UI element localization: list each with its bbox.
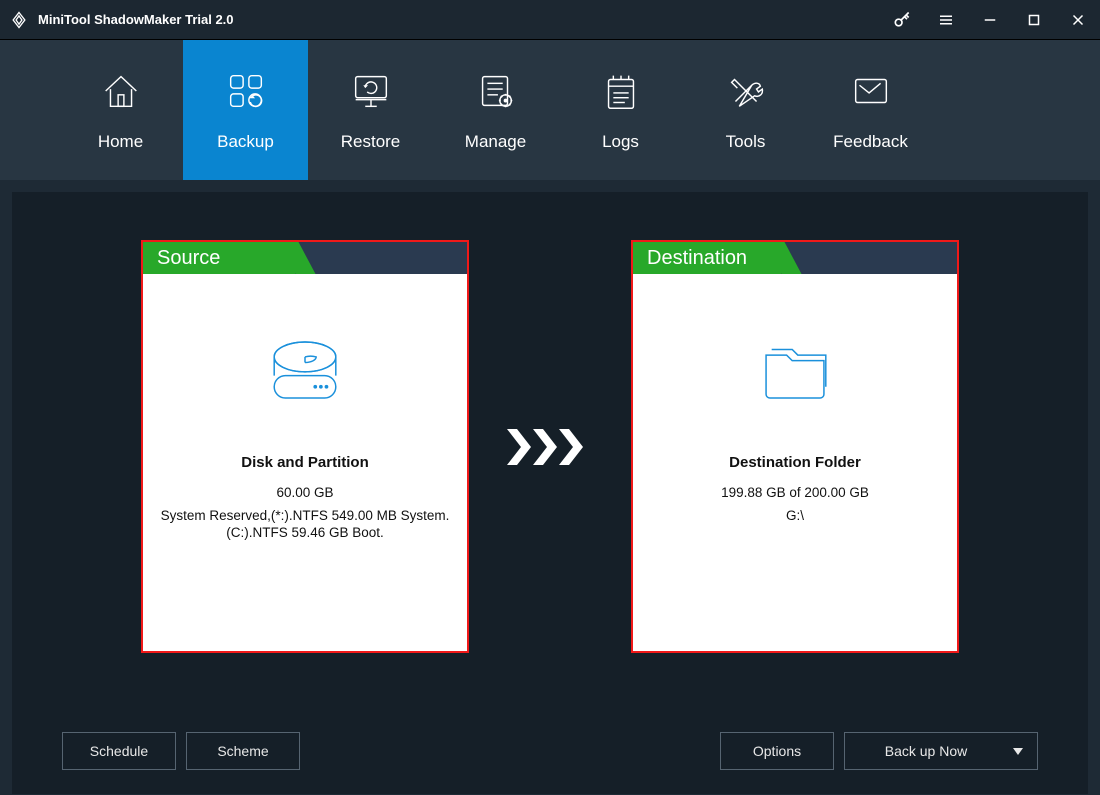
source-detail-1: System Reserved,(*:).NTFS 549.00 MB Syst…: [151, 508, 460, 523]
nav-label: Backup: [217, 132, 274, 152]
backup-now-label: Back up Now: [885, 743, 967, 759]
nav-label: Tools: [726, 132, 766, 152]
cards-row: Source Disk and Partition 60.00 GB S: [62, 240, 1038, 653]
tools-icon: [723, 68, 769, 114]
app-logo-icon: [8, 9, 30, 31]
app-title: MiniTool ShadowMaker Trial 2.0: [38, 12, 880, 27]
destination-size: 199.88 GB of 200.00 GB: [721, 485, 869, 500]
source-size: 60.00 GB: [276, 485, 333, 500]
main-nav: Home Backup Restore Manage Logs Tools: [0, 40, 1100, 180]
content-area: Source Disk and Partition 60.00 GB S: [0, 180, 1100, 795]
key-icon[interactable]: [880, 0, 924, 40]
destination-title: Destination Folder: [729, 454, 861, 471]
nav-backup[interactable]: Backup: [183, 40, 308, 180]
close-button[interactable]: [1056, 0, 1100, 40]
nav-label: Logs: [602, 132, 639, 152]
destination-path: G:\: [776, 508, 814, 523]
logs-icon: [598, 68, 644, 114]
schedule-button[interactable]: Schedule: [62, 732, 176, 770]
backup-panel: Source Disk and Partition 60.00 GB S: [12, 192, 1088, 794]
manage-icon: [473, 68, 519, 114]
folder-icon: [753, 332, 837, 408]
options-button[interactable]: Options: [720, 732, 834, 770]
nav-label: Restore: [341, 132, 401, 152]
source-card-header: Source: [143, 242, 467, 274]
feedback-icon: [848, 68, 894, 114]
bottom-bar: Schedule Scheme Options Back up Now: [62, 732, 1038, 770]
backup-now-button[interactable]: Back up Now: [844, 732, 1038, 770]
nav-label: Feedback: [833, 132, 908, 152]
nav-label: Home: [98, 132, 143, 152]
destination-card-header: Destination: [633, 242, 957, 274]
maximize-button[interactable]: [1012, 0, 1056, 40]
chevron-down-icon: [1013, 743, 1023, 759]
source-tab-label: Source: [143, 242, 295, 274]
nav-logs[interactable]: Logs: [558, 40, 683, 180]
nav-tools[interactable]: Tools: [683, 40, 808, 180]
window-controls: [880, 0, 1100, 40]
nav-restore[interactable]: Restore: [308, 40, 433, 180]
menu-icon[interactable]: [924, 0, 968, 40]
restore-icon: [348, 68, 394, 114]
destination-card[interactable]: Destination Destination Folder 199.88 GB…: [631, 240, 959, 653]
home-icon: [98, 68, 144, 114]
disk-icon: [263, 332, 347, 408]
nav-home[interactable]: Home: [58, 40, 183, 180]
minimize-button[interactable]: [968, 0, 1012, 40]
nav-manage[interactable]: Manage: [433, 40, 558, 180]
title-bar: MiniTool ShadowMaker Trial 2.0: [0, 0, 1100, 40]
destination-tab-label: Destination: [633, 242, 781, 274]
source-title: Disk and Partition: [241, 454, 369, 471]
nav-label: Manage: [465, 132, 526, 152]
source-detail-2: (C:).NTFS 59.46 GB Boot.: [226, 525, 384, 540]
scheme-button[interactable]: Scheme: [186, 732, 300, 770]
source-card[interactable]: Source Disk and Partition 60.00 GB S: [141, 240, 469, 653]
arrow-icon: [505, 425, 595, 469]
nav-feedback[interactable]: Feedback: [808, 40, 933, 180]
backup-icon: [223, 68, 269, 114]
